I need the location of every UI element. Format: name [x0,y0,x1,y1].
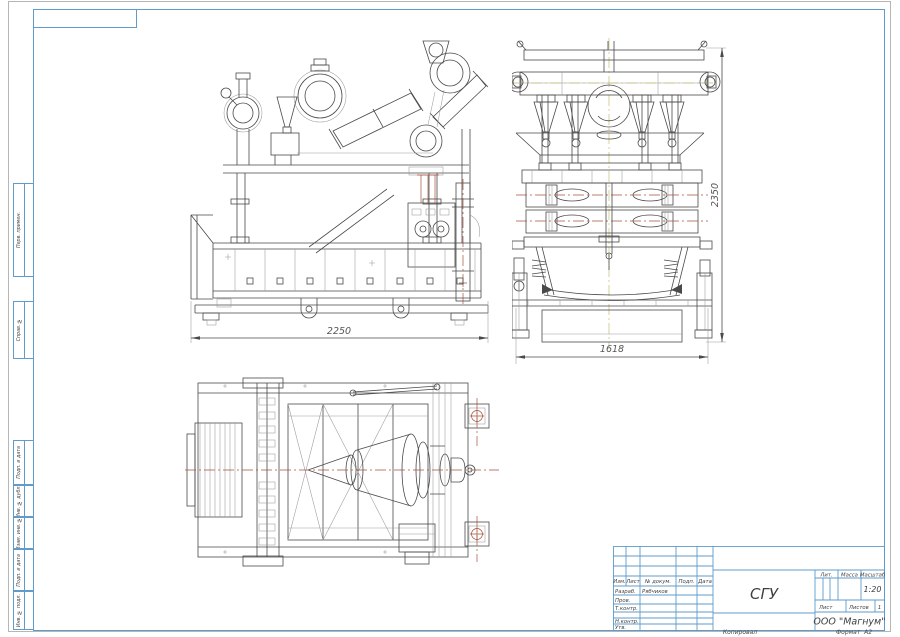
margin-field-podp-data-upper: Подп. и дата [13,440,34,485]
tb-col-list: Лист [625,579,640,585]
margin-field-inv-podl: Инв. № подл. [13,591,34,630]
margin-field-label-cell: Подп. и дата [14,550,25,590]
margin-field-label-cell: Инв. № подл. [14,592,25,629]
format-word: Формат [836,629,860,636]
margin-label: Взам. инв. № [17,518,22,548]
tb-role-utv: Утв. [615,625,626,631]
tb-scale-value: 1:20 [864,585,882,594]
tb-mass-label: Масса [841,573,858,579]
tb-role-razrab: Разраб. [615,589,636,595]
tb-col-ndokum: № докум. [644,579,671,585]
front-view-top-assembly [512,41,720,170]
tb-doc-title: СГУ [750,585,779,603]
tb-name-razrab: Рябчиков [642,589,668,595]
margin-label: Подп. и дата [17,554,22,587]
tb-sheets-value: 1 [878,605,881,611]
plan-view-drawing [183,376,503,568]
tb-col-data: Дата [697,579,712,585]
plan-view-frame [187,378,468,566]
tb-scale-label: Масштаб [860,573,885,579]
side-view-upper-assembly [221,41,488,165]
dimension-side-width: 2250 [327,326,351,337]
format-label: Формат А2 [836,629,872,636]
margin-field-label-cell: Взам. инв. № [14,518,25,548]
left-spring [532,260,546,277]
title-block: Изм. Лист № докум. Подп. Дата Разраб. Ря… [613,546,885,631]
margin-label: Инв. № подл. [17,594,22,627]
side-view-drawing: 2250 [183,33,503,348]
tb-sheet-label: Лист [818,605,833,611]
margin-field-podp-data-lower: Подп. и дата [13,549,34,591]
tb-role-prov: Пров. [615,598,630,604]
front-view-shaker [512,170,712,342]
margin-field-sprav-no: Справ. № [13,301,34,359]
margin-field-label-cell: Инв. № дубл. [14,486,25,516]
margin-field-label-cell: Справ. № [14,302,25,358]
tb-role-tkontr: Т.контр. [615,606,638,612]
side-view-midsection [223,129,480,305]
tb-col-izm: Изм. [613,579,625,585]
drawing-sheet: Перв. примен. Справ. № Подп. и дата Инв.… [0,0,900,637]
margin-label: Справ. № [17,318,22,341]
dimension-front-height: 2350 [710,183,721,207]
top-left-designation-box [33,9,137,28]
plan-view-cone-assembly [185,434,499,506]
margin-label: Инв. № дубл. [17,486,22,516]
copied-label: Копировал [690,629,790,636]
margin-field-perv-primen: Перв. примен. [13,183,34,277]
side-view-dimension: 2250 [191,301,488,343]
front-view-dimensions: 1618 2350 [516,48,726,364]
margin-field-inv-dubl: Инв. № дубл. [13,485,34,517]
margin-field-label-cell: Перв. примен. [14,184,25,276]
right-spring [664,260,678,277]
tb-col-podp: Подп. [678,579,694,585]
margin-label: Подп. и дата [17,446,22,479]
margin-label: Перв. примен. [17,212,22,248]
front-view-drawing: 1618 2350 [512,38,742,368]
tb-sheets-label: Листов [848,605,869,611]
margin-field-vzam-inv: Взам. инв. № [13,517,34,549]
side-view-tank [191,215,488,325]
tb-company: ООО "Магнум" [813,617,885,628]
dimension-front-width: 1618 [600,344,624,355]
format-value: А2 [864,629,872,636]
margin-field-label-cell: Подп. и дата [14,441,25,484]
tb-lit-label: Лит. [819,573,832,579]
